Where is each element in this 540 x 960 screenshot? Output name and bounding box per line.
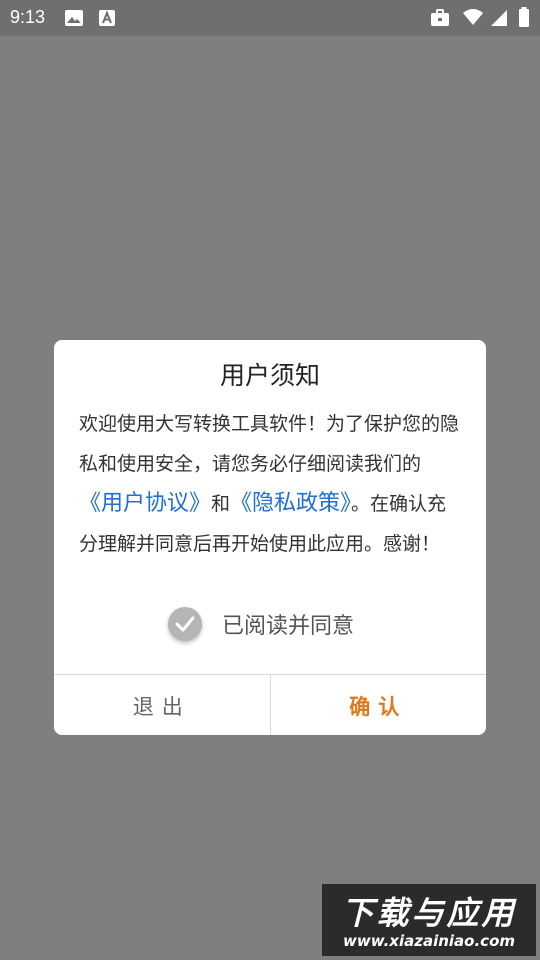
status-bar: 9:13 <box>0 0 540 36</box>
dialog-button-row: 退出 确认 <box>54 674 486 735</box>
watermark-title: 下载与应用 <box>341 894 517 932</box>
briefcase-icon <box>430 9 450 31</box>
user-notice-dialog: 用户须知 欢迎使用大写转换工具软件！为了保护您的隐私和使用安全，请您务必仔细阅读… <box>54 340 486 735</box>
wifi-icon <box>462 8 484 30</box>
user-agreement-link[interactable]: 《用户协议》 <box>79 491 211 516</box>
confirm-button[interactable]: 确认 <box>271 675 487 735</box>
message-and-text: 和 <box>211 493 231 515</box>
agree-checkbox[interactable] <box>168 607 202 641</box>
image-icon <box>64 9 84 31</box>
dialog-message: 欢迎使用大写转换工具软件！为了保护您的隐私和使用安全，请您务必仔细阅读我们的《用… <box>79 404 465 564</box>
status-time: 9:13 <box>10 7 46 27</box>
check-icon <box>175 616 195 632</box>
watermark-url: www.xiazainiao.com <box>342 932 516 950</box>
battery-icon <box>518 7 530 31</box>
agree-label: 已阅读并同意 <box>222 614 355 639</box>
signal-icon <box>490 9 508 31</box>
message-text-intro: 欢迎使用大写转换工具软件！为了保护您的隐私和使用安全，请您务必仔细阅读我们的 <box>79 413 460 475</box>
privacy-policy-link[interactable]: 《隐私政策》 <box>230 491 351 516</box>
exit-button[interactable]: 退出 <box>54 675 271 735</box>
a-icon <box>98 9 116 31</box>
watermark-logo: 下载与应用 www.xiazainiao.com <box>322 884 536 956</box>
agree-row[interactable]: 已阅读并同意 <box>168 606 354 642</box>
dialog-title: 用户须知 <box>219 361 320 390</box>
